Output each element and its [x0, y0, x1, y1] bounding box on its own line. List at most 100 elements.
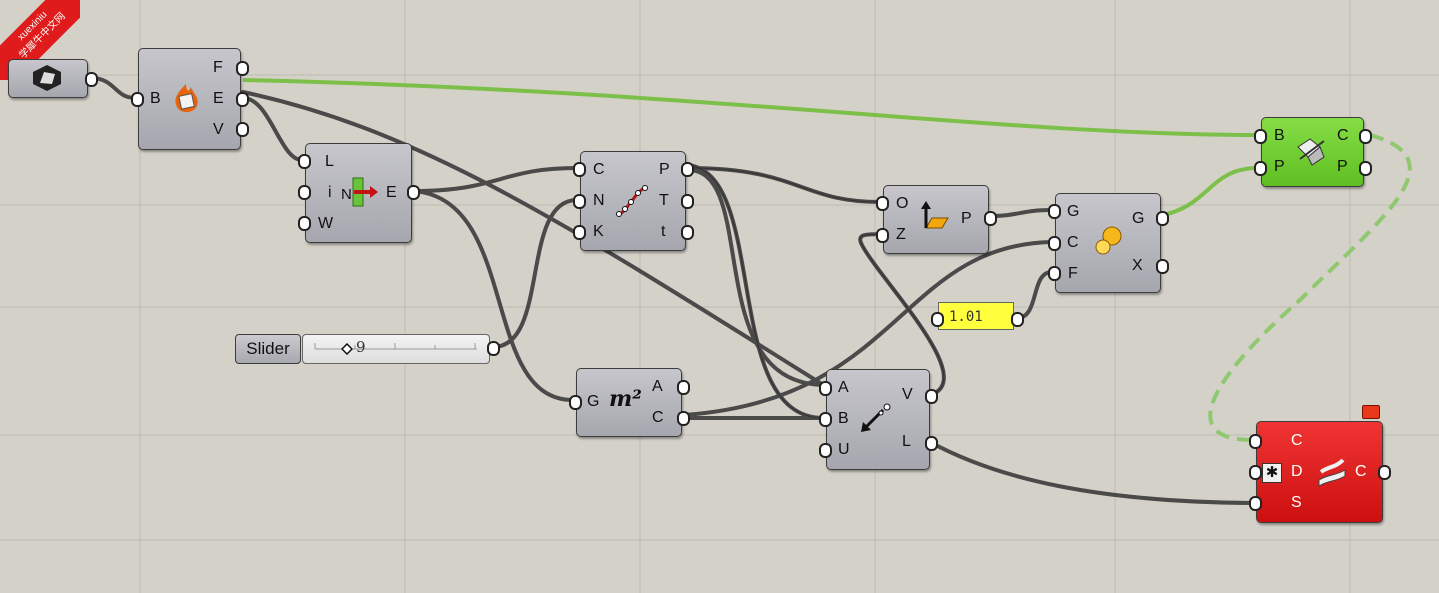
input-port[interactable] [573, 162, 586, 177]
input-label: B [150, 90, 161, 107]
input-label: B [1274, 127, 1285, 144]
output-port[interactable] [681, 225, 694, 240]
output-port[interactable] [1156, 211, 1169, 226]
output-port[interactable] [407, 185, 420, 200]
input-label: K [593, 223, 604, 240]
vector-component[interactable]: A B U V L [826, 369, 930, 470]
scale-component[interactable]: G C F G X [1055, 193, 1161, 293]
input-label: B [838, 410, 849, 427]
deconstruct-brep-component[interactable]: B F E V [138, 48, 241, 150]
plane-component[interactable]: O Z P [883, 185, 989, 254]
output-label: P [1337, 158, 1348, 175]
output-label: X [1132, 257, 1143, 274]
brep-parameter[interactable] [8, 59, 88, 98]
output-label: C [652, 409, 664, 426]
input-label: S [1291, 494, 1302, 511]
input-port[interactable] [298, 185, 311, 200]
output-port[interactable] [85, 72, 98, 87]
list-item-component[interactable]: L i W E N [305, 143, 412, 243]
scale-icon [1095, 226, 1122, 255]
value-panel[interactable]: 1.01 [938, 302, 1014, 330]
output-port[interactable] [984, 211, 997, 226]
input-label: C [1291, 432, 1303, 449]
output-label: E [386, 184, 397, 201]
input-port[interactable] [1254, 129, 1267, 144]
slider-label: Slider [235, 334, 301, 364]
input-label: G [1067, 203, 1080, 220]
output-port[interactable] [236, 122, 249, 137]
input-label: A [838, 379, 849, 396]
input-port[interactable] [298, 216, 311, 231]
input-label: i [328, 184, 332, 201]
output-port[interactable] [677, 411, 690, 426]
input-port[interactable] [573, 225, 586, 240]
list-item-icon: N [341, 177, 378, 207]
output-port[interactable] [1359, 161, 1372, 176]
input-label: Z [896, 226, 906, 243]
output-port[interactable] [681, 194, 694, 209]
output-port[interactable] [681, 162, 694, 177]
output-label: P [659, 161, 670, 178]
input-port[interactable] [1048, 266, 1061, 281]
output-label: V [213, 121, 224, 138]
input-port[interactable] [819, 443, 832, 458]
svg-text:N: N [341, 186, 352, 203]
output-label: G [1132, 210, 1145, 227]
input-port[interactable] [1048, 204, 1061, 219]
input-port[interactable] [876, 196, 889, 211]
input-port[interactable] [1249, 465, 1262, 480]
input-label: D [1291, 463, 1303, 480]
split-brep-component[interactable]: B P C P [1261, 117, 1364, 187]
input-port[interactable] [298, 154, 311, 169]
input-port[interactable] [819, 412, 832, 427]
output-port[interactable] [236, 61, 249, 76]
input-port[interactable] [819, 381, 832, 396]
sweep-component[interactable]: C D S C ✱ [1256, 421, 1383, 523]
output-port[interactable] [1378, 465, 1391, 480]
output-label: P [961, 210, 972, 227]
star-modifier-icon[interactable]: ✱ [1262, 463, 1282, 483]
output-label: C [1337, 127, 1349, 144]
explode-brep-icon [175, 84, 198, 113]
output-port[interactable] [1156, 259, 1169, 274]
input-port[interactable] [876, 228, 889, 243]
input-label: C [1067, 234, 1079, 251]
area-icon: m² [609, 386, 642, 412]
input-label: U [838, 441, 850, 458]
output-label: T [659, 192, 669, 209]
input-port[interactable] [1249, 434, 1262, 449]
input-label: F [1068, 265, 1078, 282]
output-port[interactable] [487, 341, 500, 356]
output-label: V [902, 386, 913, 403]
brep-param-icon [33, 65, 61, 91]
input-label: G [587, 393, 600, 410]
input-label: L [325, 153, 334, 170]
slider-ticks [314, 343, 477, 350]
input-port[interactable] [931, 312, 944, 327]
sweep-icon [1318, 458, 1346, 487]
output-label: t [661, 223, 666, 240]
input-port[interactable] [1249, 496, 1262, 511]
input-label: N [593, 192, 605, 209]
warning-flag[interactable] [1362, 405, 1380, 419]
output-label: E [213, 90, 224, 107]
split-brep-icon [1297, 138, 1325, 166]
area-component[interactable]: G A C m² [576, 368, 682, 437]
output-port[interactable] [1011, 312, 1024, 327]
divide-curve-component[interactable]: C N K P T t [580, 151, 686, 251]
output-port[interactable] [677, 380, 690, 395]
input-port[interactable] [573, 194, 586, 209]
input-port[interactable] [131, 92, 144, 107]
output-port[interactable] [236, 92, 249, 107]
input-port[interactable] [1048, 236, 1061, 251]
output-label: F [213, 59, 223, 76]
number-slider[interactable] [302, 334, 490, 364]
input-port[interactable] [569, 395, 582, 410]
input-port[interactable] [1254, 161, 1267, 176]
slider-knob[interactable] [341, 343, 353, 355]
output-port[interactable] [925, 436, 938, 451]
output-port[interactable] [1359, 129, 1372, 144]
input-label: C [593, 161, 605, 178]
output-label: L [902, 433, 911, 450]
output-port[interactable] [925, 389, 938, 404]
